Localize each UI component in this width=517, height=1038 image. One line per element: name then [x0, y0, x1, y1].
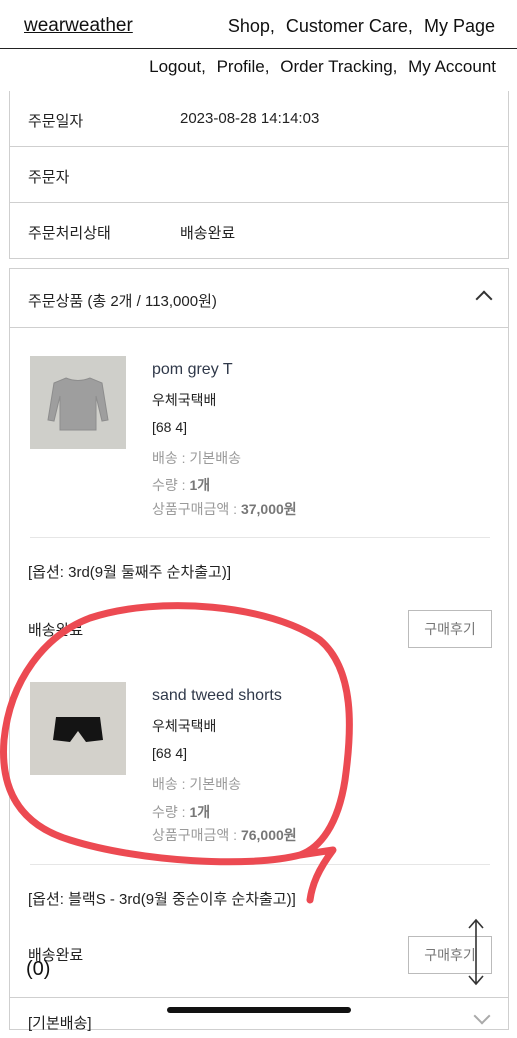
order-status-label: 주문처리상태 — [28, 225, 111, 242]
price-value: 37,000원 — [240, 501, 297, 517]
shipping-group-label: [기본배송] — [28, 1015, 92, 1032]
top-navigation: wearweather Shop, Customer Care, My Page… — [0, 0, 517, 88]
write-review-button[interactable]: 구매후기 — [408, 610, 492, 648]
chevron-up-icon[interactable] — [475, 290, 493, 308]
nav-shop-link[interactable]: Shop, — [228, 16, 275, 36]
order-info-table: 주문일자 2023-08-28 14:14:03 주문자 주문처리상태 배송완료 — [9, 91, 509, 259]
nav-customer-care-link[interactable]: Customer Care, — [286, 16, 413, 36]
primary-nav-bar: wearweather Shop, Customer Care, My Page — [0, 0, 517, 49]
divider — [30, 537, 490, 538]
product-name[interactable]: pom grey T — [152, 361, 233, 379]
home-indicator[interactable] — [167, 1007, 351, 1013]
order-date-label: 주문일자 — [28, 113, 84, 130]
product-image[interactable] — [30, 356, 126, 449]
shipping-method: 배송 : 기본배송 — [152, 450, 241, 466]
price-text: 상품구매금액 : 37,000원 — [152, 501, 297, 517]
tracking-number[interactable]: [68 4] — [152, 419, 187, 435]
order-date-value: 2023-08-28 14:14:03 — [180, 110, 320, 127]
nav-order-tracking-link[interactable]: Order Tracking, — [280, 57, 397, 76]
secondary-nav-links: Logout, Profile, Order Tracking, My Acco… — [149, 57, 496, 77]
quantity-value: 1개 — [189, 477, 211, 493]
order-date-row: 주문일자 2023-08-28 14:14:03 — [10, 91, 508, 147]
quantity-text: 수량 : 1개 — [152, 477, 211, 493]
scroll-arrows-icon[interactable] — [466, 918, 486, 986]
grey-tshirt-image — [30, 356, 126, 449]
orderer-label: 주문자 — [28, 169, 70, 186]
primary-nav-links: Shop, Customer Care, My Page — [228, 16, 495, 37]
order-status-row: 주문처리상태 배송완료 — [10, 203, 508, 258]
cart-count[interactable]: (0) — [26, 958, 50, 981]
nav-my-page-link[interactable]: My Page — [424, 16, 495, 36]
annotation-circle — [0, 602, 353, 904]
carrier-name: 우체국택배 — [152, 392, 217, 408]
nav-logout-link[interactable]: Logout, — [149, 57, 206, 76]
chevron-down-icon[interactable] — [473, 1007, 491, 1025]
product-option: [옵션: 3rd(9월 둘째주 순차출고)] — [28, 564, 232, 581]
nav-my-account-link[interactable]: My Account — [408, 57, 496, 76]
nav-profile-link[interactable]: Profile, — [217, 57, 270, 76]
orderer-row: 주문자 — [10, 147, 508, 203]
order-items-header[interactable]: 주문상품 (총 2개 / 113,000원) — [10, 269, 508, 328]
brand-logo-link[interactable]: wearweather — [24, 15, 133, 37]
shipping-group-row[interactable]: [기본배송] — [10, 997, 508, 1038]
order-status-value: 배송완료 — [180, 225, 236, 242]
order-items-summary: 주문상품 (총 2개 / 113,000원) — [28, 293, 217, 310]
